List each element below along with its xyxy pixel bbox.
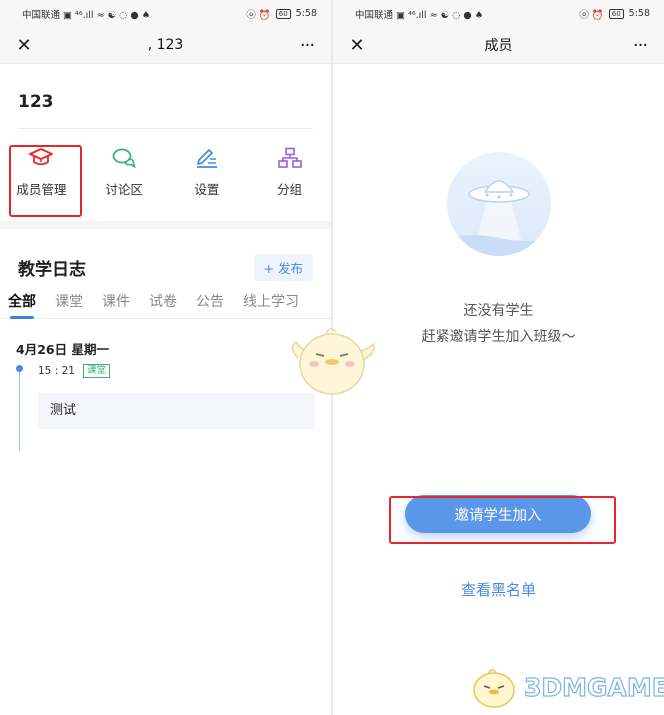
battery-icon: 60 — [275, 8, 291, 19]
battery-icon: 60 — [608, 8, 624, 19]
entry-time: 15 : 21 — [38, 365, 75, 377]
tab-all[interactable]: 全部 — [8, 285, 36, 319]
watermark-mascot-icon — [473, 669, 515, 708]
ufo-illustration — [446, 152, 551, 256]
empty-subtitle: 赶紧邀请学生加入班级～ — [421, 329, 576, 345]
view-blacklist-link[interactable]: 查看黑名单 — [333, 579, 664, 600]
log-entry-card[interactable]: 测试 — [38, 393, 315, 429]
close-icon[interactable]: ✕ — [343, 35, 371, 56]
tab-classroom[interactable]: 课堂 — [55, 285, 83, 319]
members-screen: 中国联通 ▣ ⁴⁶.ıll ≈ ☯ ◌ ● ♠ ⓞ ⏰ 60 5:58 ✕ 成员… — [333, 0, 664, 715]
menu-settings[interactable]: 设置 — [172, 145, 242, 221]
highlight-box-invite — [389, 496, 616, 544]
menu-label: 讨论区 — [105, 182, 143, 197]
empty-state: 还没有学生 赶紧邀请学生加入班级～ — [333, 152, 664, 346]
status-bar: 中国联通 ▣ ⁴⁶.ıll ≈ ☯ ◌ ● ♠ ⓞ ⏰ 60 5:58 — [333, 0, 664, 27]
status-carrier: 中国联通 ▣ ⁴⁶.ıll ≈ ☯ ◌ ● ♠ — [355, 9, 484, 21]
status-carrier: 中国联通 ▣ ⁴⁶.ıll ≈ ☯ ◌ ● ♠ — [22, 9, 151, 21]
watermark-text: 3DMGAME — [523, 672, 664, 702]
status-icons: ⓞ ⏰ — [246, 9, 271, 21]
nav-bar: ✕ , 123 ··· — [0, 27, 331, 64]
empty-title: 还没有学生 — [463, 303, 534, 319]
member-management-screen: 中国联通 ▣ ⁴⁶.ıll ≈ ☯ ◌ ● ♠ ⓞ ⏰ 60 5:58 ✕ , … — [0, 0, 331, 715]
more-options-icon[interactable]: ··· — [293, 35, 321, 56]
log-tabs: 全部 课堂 课件 试卷 公告 线上学习 — [0, 285, 331, 319]
menu-label: 设置 — [194, 182, 220, 197]
status-bar: 中国联通 ▣ ⁴⁶.ıll ≈ ☯ ◌ ● ♠ ⓞ ⏰ 60 5:58 — [0, 0, 331, 27]
page-title: 成员 — [484, 38, 513, 54]
menu-discussion[interactable]: 讨论区 — [89, 145, 159, 221]
chick-mascot-icon — [286, 318, 378, 400]
group-tree-icon — [277, 145, 303, 171]
tab-exam[interactable]: 试卷 — [149, 285, 177, 319]
tab-announcement[interactable]: 公告 — [196, 285, 224, 319]
page-title: , 123 — [147, 37, 184, 53]
menu-label: 分组 — [277, 182, 303, 197]
status-time: 5:58 — [295, 8, 317, 19]
entry-type-badge: 课堂 — [82, 364, 110, 378]
tab-online-learning[interactable]: 线上学习 — [243, 285, 299, 319]
publish-button[interactable]: + 发布 — [253, 253, 313, 281]
chat-bubbles-icon — [111, 145, 137, 171]
section-separator — [0, 221, 331, 229]
timeline-dot — [16, 365, 23, 372]
watermark-logo: 3DMGAME — [468, 664, 664, 710]
log-date: 4月26日 星期一 — [16, 342, 109, 357]
menu-group[interactable]: 分组 — [255, 145, 325, 221]
log-timeline: 15 : 21 课堂 测试 — [0, 363, 331, 451]
teaching-log-title: 教学日志 — [18, 259, 86, 280]
more-options-icon[interactable]: ··· — [626, 35, 654, 56]
class-name: 123 — [18, 92, 54, 112]
timeline-line — [19, 367, 20, 451]
highlight-box-member-management — [9, 145, 82, 217]
status-icons: ⓞ ⏰ — [579, 9, 604, 21]
teaching-log-header: 教学日志 + 发布 — [0, 229, 331, 285]
status-time: 5:58 — [628, 8, 650, 19]
close-icon[interactable]: ✕ — [10, 35, 38, 56]
tab-courseware[interactable]: 课件 — [102, 285, 130, 319]
nav-bar: ✕ 成员 ··· — [333, 27, 664, 64]
pen-settings-icon — [194, 145, 220, 171]
